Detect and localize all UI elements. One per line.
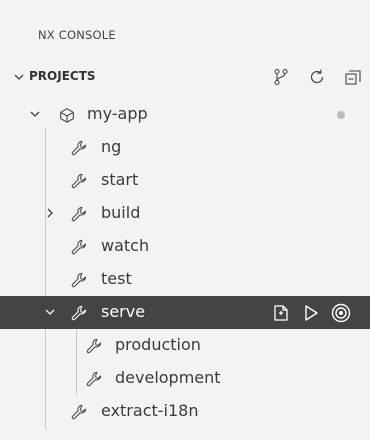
wrench-icon — [70, 403, 88, 421]
wrench-icon — [85, 337, 103, 355]
configuration-row-development[interactable]: development — [0, 362, 370, 395]
refresh-icon[interactable] — [307, 67, 327, 87]
target-row-test[interactable]: test — [0, 263, 370, 296]
target-row-start[interactable]: start — [0, 164, 370, 197]
target-circle-icon[interactable] — [330, 302, 352, 324]
section-title: PROJECTS — [29, 69, 96, 83]
target-label: start — [101, 170, 139, 189]
collapse-all-icon[interactable] — [343, 67, 363, 87]
wrench-icon — [70, 139, 88, 157]
projects-section-header[interactable]: PROJECTS — [0, 62, 370, 92]
chevron-right-icon — [44, 207, 56, 219]
target-label: build — [101, 203, 141, 222]
wrench-icon — [70, 205, 88, 223]
wrench-icon — [70, 238, 88, 256]
project-name: my-app — [87, 104, 148, 123]
target-label: watch — [101, 236, 150, 255]
target-row-serve[interactable]: serve — [0, 296, 370, 329]
wrench-icon — [70, 304, 88, 322]
target-row-ng[interactable]: ng — [0, 131, 370, 164]
panel-title: NX CONSOLE — [38, 28, 116, 42]
target-row-build[interactable]: build — [0, 197, 370, 230]
wrench-icon — [70, 172, 88, 190]
wrench-icon — [70, 271, 88, 289]
chevron-down-icon — [13, 71, 25, 83]
target-label: test — [101, 269, 132, 288]
target-label: extract-i18n — [101, 401, 199, 420]
git-branch-icon[interactable] — [271, 67, 291, 87]
configuration-label: development — [115, 368, 221, 387]
target-label: serve — [101, 302, 146, 321]
project-package-icon — [60, 108, 74, 123]
project-row-my-app[interactable]: my-app — [0, 98, 370, 131]
configuration-row-production[interactable]: production — [0, 329, 370, 362]
wrench-icon — [85, 370, 103, 388]
reveal-in-file-icon[interactable] — [270, 302, 292, 324]
target-label: ng — [101, 137, 122, 156]
target-row-extract-i18n[interactable]: extract-i18n — [0, 395, 370, 428]
chevron-down-icon — [29, 108, 41, 120]
run-play-icon[interactable] — [300, 302, 322, 324]
chevron-down-icon — [44, 306, 56, 318]
target-row-watch[interactable]: watch — [0, 230, 370, 263]
configuration-label: production — [115, 335, 201, 354]
status-dot — [337, 111, 345, 119]
